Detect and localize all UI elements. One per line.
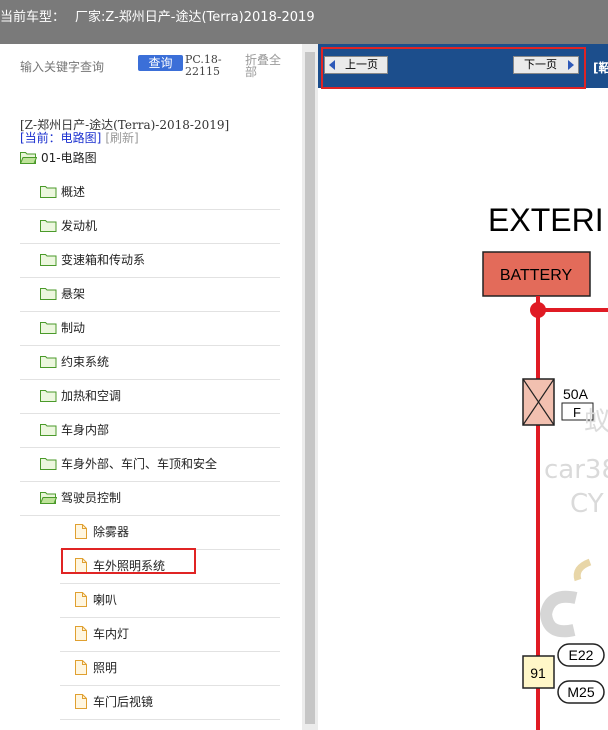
pc-code: PC.18-22115: [185, 53, 222, 78]
row-divider: [60, 719, 280, 720]
tree-folder-item[interactable]: 加热和空调: [40, 385, 121, 407]
vehicle-value: 厂家:Z-郑州日产-途达(Terra)2018-2019: [75, 10, 315, 25]
vehicle-label: 当前车型：: [0, 10, 66, 25]
folder-open-icon: [19, 149, 38, 164]
header-dot: .: [298, 10, 302, 24]
row-divider: [20, 413, 280, 414]
folder-icon: [40, 183, 57, 198]
document-icon: [75, 626, 87, 641]
tree-doc-label: 车内灯: [93, 627, 130, 641]
current-section: [当前：电路图] [刷新]: [20, 129, 139, 146]
row-divider: [20, 277, 280, 278]
document-icon: [75, 694, 87, 709]
folder-icon: [40, 421, 57, 436]
row-divider: [20, 447, 280, 448]
tree-doc-item[interactable]: 除雾器: [75, 521, 129, 543]
junction-number: 91: [530, 665, 546, 681]
fuse-code: F: [573, 405, 581, 420]
tree-folder-item[interactable]: 车身内部: [40, 419, 109, 441]
search-button[interactable]: 查询: [138, 55, 183, 71]
scrollbar-thumb[interactable]: [305, 52, 315, 724]
tree-folder-item[interactable]: 概述: [40, 181, 85, 203]
folder-icon: [40, 455, 57, 470]
tree-doc-item[interactable]: 车门后视镜: [75, 691, 153, 713]
connector-label: M25: [567, 684, 594, 700]
row-divider: [20, 379, 280, 380]
tree-root-label: 01-电路图: [41, 151, 97, 165]
connector-label: E22: [569, 647, 594, 663]
tree-folder-label: 加热和空调: [61, 389, 122, 403]
watermark: car38: [544, 455, 608, 485]
current-label: [当前：电路图]: [20, 131, 102, 145]
tree-folder-label: 车身外部、车门、车顶和安全: [61, 457, 218, 471]
tree-folder-label: 悬架: [61, 287, 86, 301]
document-icon: [75, 524, 87, 539]
tree-folder-label: 变速箱和传动系: [61, 253, 146, 267]
junction-dot: [530, 302, 546, 318]
folder-icon: [40, 251, 57, 266]
watermark: CY: [570, 489, 604, 519]
folder-icon: [40, 387, 57, 402]
folder-icon: [40, 285, 57, 300]
tree-folder-item[interactable]: 发动机: [40, 215, 97, 237]
tree-folder-label: 发动机: [61, 219, 98, 233]
header-bar: 当前车型： 厂家:Z-郑州日产-途达(Terra)2018-2019 .: [0, 0, 608, 44]
search-input[interactable]: [20, 58, 140, 76]
watermark: 蚁: [584, 407, 608, 437]
diagram-title: EXTERI: [488, 202, 604, 238]
row-divider: [20, 481, 280, 482]
tree-folder-item-open[interactable]: 驾驶员控制: [39, 487, 122, 509]
document-icon: [75, 592, 87, 607]
tree-doc-label: 喇叭: [93, 593, 118, 607]
tree-root[interactable]: 01-电路图: [19, 147, 97, 169]
wiring-diagram: EXTERI BATTERY 50A F 蚁 car38 CY 91 E22 M…: [482, 202, 608, 730]
collapse-all-button[interactable]: 折叠全部: [245, 54, 285, 78]
row-divider: [20, 311, 280, 312]
row-divider: [20, 345, 280, 346]
row-divider: [60, 651, 280, 652]
watermark-logo: [539, 590, 578, 638]
selected-item-highlight: [61, 548, 196, 574]
tree-doc-label: 除雾器: [93, 525, 130, 539]
row-divider: [20, 209, 280, 210]
tree-doc-item[interactable]: 照明: [75, 657, 117, 679]
row-divider: [60, 617, 280, 618]
tree-folder-label: 概述: [61, 185, 86, 199]
nav-extra-label: [鞀: [593, 61, 608, 75]
tree-doc-label: 车门后视镜: [93, 695, 154, 709]
left-pane: 查询 PC.18-22115 折叠全部 [Z-郑州日产-途达(Terra)-20…: [0, 44, 302, 730]
tree-doc-item[interactable]: 喇叭: [75, 589, 117, 611]
battery-label: BATTERY: [500, 267, 573, 284]
folder-icon: [40, 353, 57, 368]
tree-folder-item[interactable]: 约束系统: [40, 351, 109, 373]
row-divider: [20, 243, 280, 244]
tree-folder-item[interactable]: 悬架: [40, 283, 85, 305]
diagram-pane: 上一页 下一页 [鞀 EXTERI BATTERY 50A F 蚁 car38 …: [318, 44, 608, 730]
tree-doc-label: 照明: [93, 661, 118, 675]
fuse-rating: 50A: [563, 386, 589, 402]
tree-folder-label: 车身内部: [61, 423, 110, 437]
vehicle-info: 当前车型： 厂家:Z-郑州日产-途达(Terra)2018-2019: [0, 6, 315, 25]
tree-folder-item[interactable]: 变速箱和传动系: [40, 249, 145, 271]
tree-folder-item[interactable]: 制动: [40, 317, 85, 339]
tree-doc-item[interactable]: 车内灯: [75, 623, 129, 645]
folder-icon: [40, 217, 57, 232]
tree-folder-item[interactable]: 车身外部、车门、车顶和安全: [40, 453, 217, 475]
document-icon: [75, 660, 87, 675]
tree-folder-label: 制动: [61, 321, 86, 335]
watermark-logo: [573, 558, 592, 582]
page-nav-bar: 上一页 下一页 [鞀: [318, 44, 608, 89]
row-divider: [60, 583, 280, 584]
row-divider: [20, 515, 280, 516]
tree-folder-label: 驾驶员控制: [61, 491, 122, 505]
row-divider: [60, 685, 280, 686]
folder-icon: [40, 319, 57, 334]
refresh-link[interactable]: [刷新]: [105, 131, 138, 145]
tree-folder-label: 约束系统: [61, 355, 110, 369]
folder-open-icon: [39, 489, 58, 504]
nav-highlight: [321, 47, 586, 89]
